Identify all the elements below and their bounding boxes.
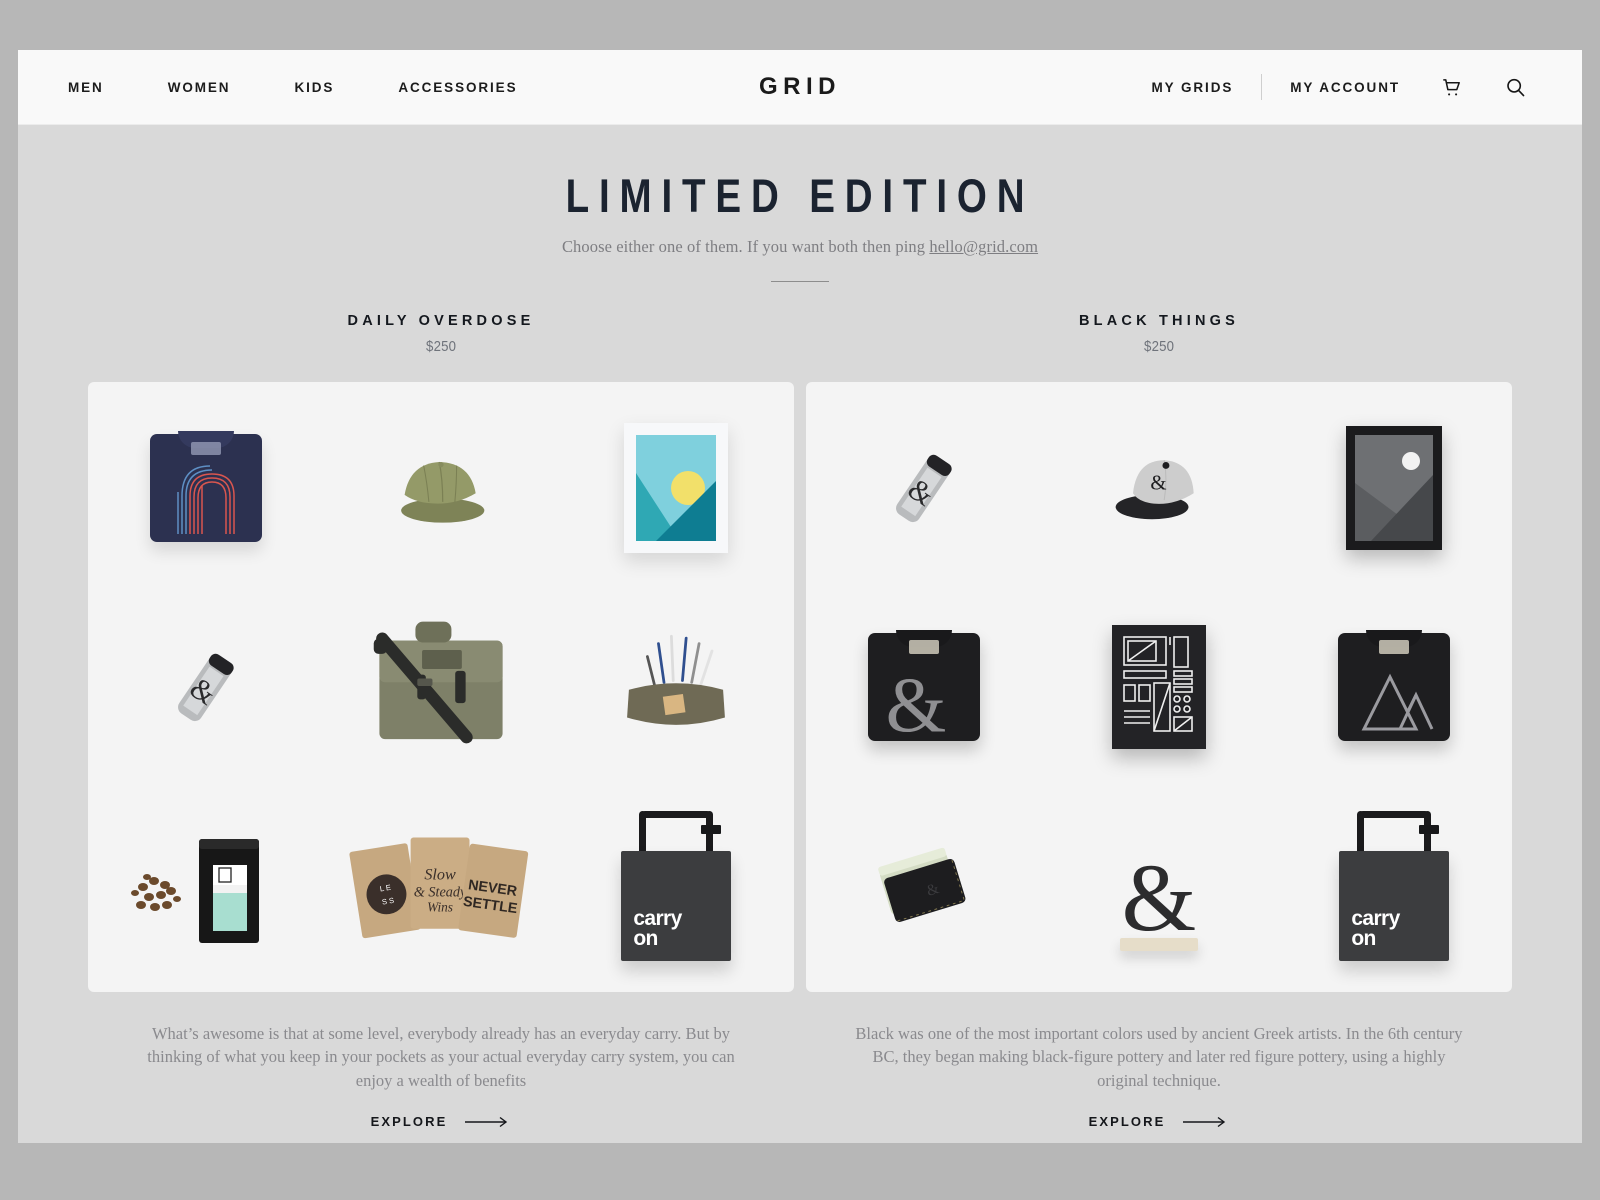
coffee-bag-art (130, 839, 259, 944)
hero-section: LIMITED EDITION Choose either one of the… (18, 125, 1582, 282)
column-price-daily-overdose: $250 (425, 338, 457, 355)
ampersand-glyph: & (1121, 843, 1197, 951)
steel-bottle-art: & (177, 653, 234, 722)
svg-text:&: & (1150, 471, 1166, 494)
column-black-things: BLACK THINGS $250 & & & & & carry on Bla… (806, 313, 1512, 1129)
ampersand-sculpture-art: & (1104, 821, 1214, 952)
product-coffee-bag[interactable] (88, 787, 323, 986)
tote-text-line1: carry (633, 907, 682, 931)
brand-logo[interactable]: GRID (759, 73, 841, 101)
svg-text:& Steady: & Steady (414, 885, 467, 901)
column-header-left: DAILY OVERDOSE $250 (88, 313, 794, 356)
secondary-nav: MY GRIDS MY ACCOUNT (1152, 74, 1528, 100)
product-black-framed-print[interactable] (1277, 388, 1512, 587)
svg-text:&: & (885, 661, 946, 741)
product-sunset-art-print[interactable] (559, 388, 794, 587)
carry-on-tote-art-right: carry on (1339, 811, 1450, 962)
hero-divider (771, 281, 829, 282)
card-wallet-art: & (877, 848, 966, 923)
site-header: MEN WOMEN KIDS ACCESSORIES GRID MY GRIDS… (18, 50, 1582, 125)
product-columns: DAILY OVERDOSE $250 & L E S S Slow & Ste… (88, 313, 1512, 1129)
mountain-tee-art (1338, 629, 1451, 741)
tote-text-line1-right: carry (1351, 907, 1400, 931)
product-wool-ampersand-cap[interactable]: & (1041, 388, 1276, 587)
sculpture-base (1119, 938, 1198, 952)
nav-item-my-account[interactable]: MY ACCOUNT (1290, 80, 1400, 95)
nav-item-women[interactable]: WOMEN (168, 80, 231, 95)
shopping-cart-icon[interactable] (1438, 74, 1464, 100)
navy-tee-art (149, 430, 262, 542)
pencil-case-art (627, 634, 726, 725)
olive-cap-art (401, 461, 485, 523)
column-header-right: BLACK THINGS $250 (806, 313, 1512, 356)
nav-item-accessories[interactable]: ACCESSORIES (398, 80, 517, 95)
nav-divider (1261, 74, 1263, 100)
product-steel-water-bottle[interactable]: & (88, 587, 323, 786)
hero-subtitle: Choose either one of them. If you want b… (18, 237, 1582, 257)
arrow-right-icon (465, 1116, 508, 1127)
hero-subtitle-text: Choose either one of them. If you want b… (561, 237, 930, 256)
column-blurb-black-things: Black was one of the most important colo… (855, 1024, 1463, 1090)
product-carry-on-tote-left[interactable]: carry on (559, 787, 794, 986)
messenger-bag-art (373, 621, 503, 744)
svg-text:Wins: Wins (427, 900, 453, 915)
nav-item-kids[interactable]: KIDS (294, 80, 334, 95)
page-title: LIMITED EDITION (565, 169, 1035, 222)
nav-item-my-grids[interactable]: MY GRIDS (1152, 80, 1234, 95)
explore-button-black-things[interactable]: EXPLORE (806, 1114, 1512, 1129)
product-leather-card-wallet[interactable]: & (806, 787, 1041, 986)
product-ampersand-sweatshirt[interactable]: & (806, 587, 1041, 786)
product-olive-cap[interactable] (323, 388, 558, 587)
product-navy-graphic-tee[interactable] (88, 388, 323, 587)
steel-bottle-art-right: & (895, 454, 952, 522)
page-root: MEN WOMEN KIDS ACCESSORIES GRID MY GRIDS… (18, 50, 1582, 1143)
nav-item-men[interactable]: MEN (68, 80, 104, 95)
tote-text-line2-right: on (1351, 927, 1376, 951)
product-grid-poster[interactable] (1041, 587, 1276, 786)
product-grid-black-things: & & & & & carry on (806, 382, 1512, 992)
black-print-frame (1346, 425, 1443, 550)
notebooks-art: L E S S Slow & Steady Wins NEVER SETTLE (349, 837, 529, 939)
explore-label-left: EXPLORE (370, 1114, 448, 1130)
wool-cap-art: & (1115, 459, 1194, 519)
column-title-daily-overdose: DAILY OVERDOSE (347, 313, 535, 329)
column-title-black-things: BLACK THINGS (1079, 313, 1239, 329)
ampersand-sweatshirt-art: & (867, 629, 980, 741)
tote-text-line2: on (633, 927, 658, 951)
contact-email-link[interactable]: hello@grid.com (929, 237, 1038, 256)
carry-on-tote-art: carry on (621, 811, 732, 962)
product-waxed-pencil-case[interactable] (559, 587, 794, 786)
svg-text:L E: L E (379, 883, 391, 894)
explore-label-right: EXPLORE (1088, 1114, 1166, 1130)
grid-poster-art (1111, 624, 1206, 749)
column-daily-overdose: DAILY OVERDOSE $250 & L E S S Slow & Ste… (88, 313, 794, 1129)
primary-nav: MEN WOMEN KIDS ACCESSORIES (68, 80, 581, 95)
product-steel-water-bottle-right[interactable]: & (806, 388, 1041, 587)
arrow-right-icon-right (1183, 1116, 1226, 1127)
svg-text:S S: S S (381, 896, 395, 907)
svg-text:Slow: Slow (424, 867, 456, 884)
search-icon[interactable] (1502, 74, 1528, 100)
explore-button-daily-overdose[interactable]: EXPLORE (88, 1114, 794, 1129)
product-grid-daily-overdose: & L E S S Slow & Steady Wins NEVER SETTL… (88, 382, 794, 992)
product-letterpress-notebooks[interactable]: L E S S Slow & Steady Wins NEVER SETTLE (323, 787, 558, 986)
product-mountain-tee[interactable] (1277, 587, 1512, 786)
sunset-print-frame (624, 422, 729, 553)
product-canvas-messenger-bag[interactable] (323, 587, 558, 786)
product-ampersand-sculpture[interactable]: & (1041, 787, 1276, 986)
column-price-black-things: $250 (1143, 338, 1175, 355)
product-carry-on-tote-right[interactable]: carry on (1277, 787, 1512, 986)
column-blurb-daily-overdose: What’s awesome is that at some level, ev… (147, 1024, 735, 1090)
